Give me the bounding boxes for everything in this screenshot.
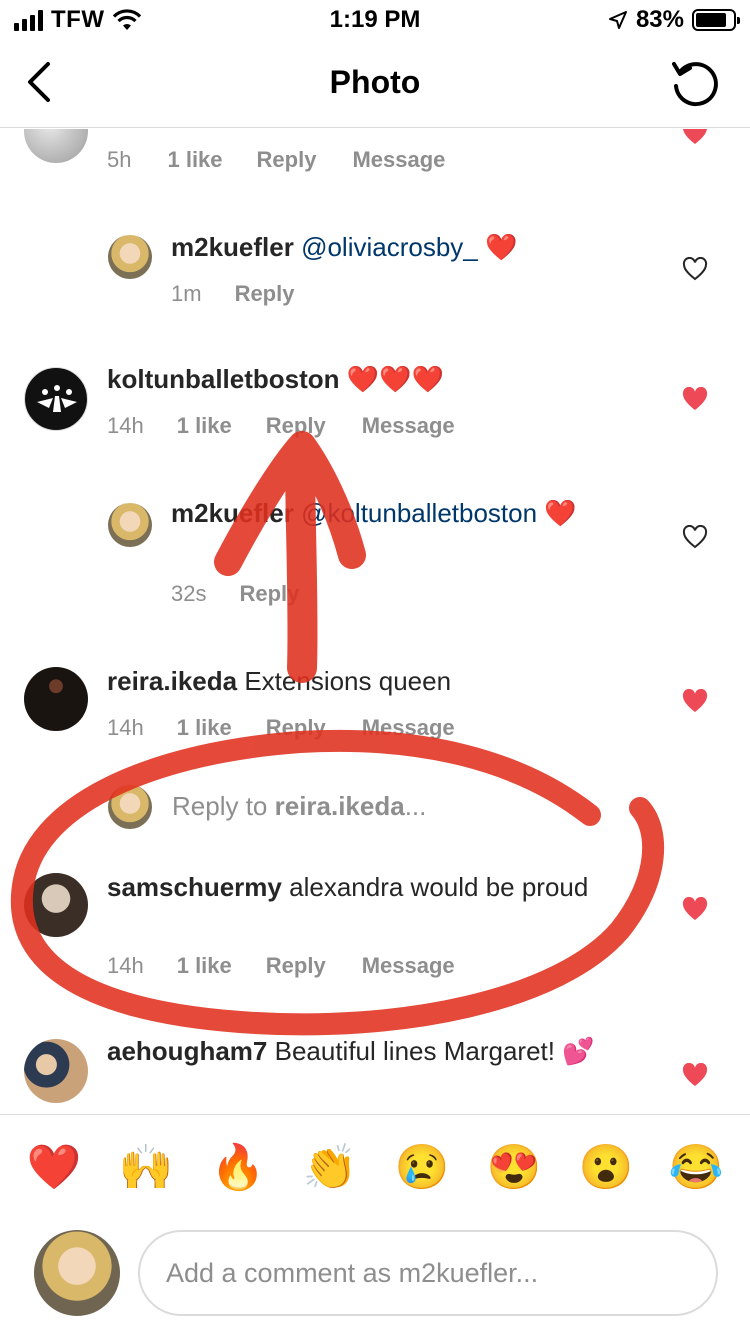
reply-button[interactable]: Reply xyxy=(266,953,326,979)
emoji-crying-button[interactable]: 😢 xyxy=(394,1143,450,1193)
comment-meta: 14h 1 like Reply Message xyxy=(107,413,455,439)
comment-meta: 14h 1 like Reply Message xyxy=(107,953,455,979)
reply-to-username: reira.ikeda xyxy=(274,791,405,821)
avatar[interactable] xyxy=(24,129,88,163)
comment-text: koltunballetboston ❤️❤️❤️ xyxy=(107,363,444,396)
heart-icon[interactable] xyxy=(682,897,708,921)
comment-text: samschuermy alexandra would be proud xyxy=(107,871,627,904)
avatar[interactable] xyxy=(108,235,152,279)
emoji-raised-hands-button[interactable]: 🙌 xyxy=(118,1143,174,1193)
mention-link[interactable]: @oliviacrosby_ xyxy=(301,232,478,262)
reply-button[interactable]: Reply xyxy=(239,581,299,607)
heart-icon[interactable] xyxy=(682,1063,708,1087)
comment-username[interactable]: koltunballetboston xyxy=(107,364,340,394)
comments-list[interactable]: 5h 1 like Reply Message m2kuefler @olivi… xyxy=(0,129,750,1114)
comment-time: 32s xyxy=(171,581,207,606)
my-avatar xyxy=(34,1230,120,1316)
comment-emoji: ❤️ xyxy=(485,232,518,262)
comment-username[interactable]: samschuermy xyxy=(107,872,282,902)
comment-username[interactable]: m2kuefler xyxy=(171,498,294,528)
comment-time: 14h xyxy=(107,413,144,438)
comment-time: 1m xyxy=(171,281,202,306)
comment-text: m2kuefler @koltunballetboston ❤️ xyxy=(171,497,631,530)
reply-to-row[interactable]: Reply to reira.ikeda... xyxy=(0,781,750,831)
comment-body: Beautiful lines Margaret! xyxy=(274,1036,555,1066)
reply-to-label: Reply to reira.ikeda... xyxy=(172,791,426,822)
comment-body: Extensions queen xyxy=(244,666,452,696)
comment-username[interactable]: aehougham7 xyxy=(107,1036,267,1066)
emoji-quick-bar: ❤️ 🙌 🔥 👏 😢 😍 😮 😂 xyxy=(0,1114,750,1222)
comment-body: alexandra would be proud xyxy=(289,872,589,902)
mention-link[interactable]: @koltunballetboston xyxy=(301,498,537,528)
battery-fill xyxy=(696,13,726,27)
comment-time: 5h xyxy=(107,147,132,172)
emoji-clap-button[interactable]: 👏 xyxy=(302,1143,358,1193)
comment-likes[interactable]: 1 like xyxy=(177,715,232,741)
comment-text: m2kuefler @oliviacrosby_ ❤️ xyxy=(171,231,517,264)
reply-button[interactable]: Reply xyxy=(266,413,326,439)
avatar[interactable] xyxy=(108,503,152,547)
message-button[interactable]: Message xyxy=(352,147,445,173)
emoji-heart-button[interactable]: ❤️ xyxy=(26,1143,82,1193)
comment-meta: 14h 1 like Reply Message xyxy=(107,715,455,741)
message-button[interactable]: Message xyxy=(362,715,455,741)
comment-username[interactable]: m2kuefler xyxy=(171,232,294,262)
reply-button[interactable]: Reply xyxy=(235,281,295,307)
comment-text: aehougham7 Beautiful lines Margaret! 💕 xyxy=(107,1035,647,1068)
comment-likes[interactable]: 1 like xyxy=(167,147,222,173)
comment-time: 14h xyxy=(107,953,144,978)
comment-emoji: ❤️ xyxy=(544,498,577,528)
comment-emoji: 💕 xyxy=(562,1036,595,1066)
emoji-heart-eyes-button[interactable]: 😍 xyxy=(486,1143,542,1193)
heart-icon[interactable] xyxy=(682,387,708,411)
comment-likes[interactable]: 1 like xyxy=(177,953,232,979)
avatar[interactable] xyxy=(24,667,88,731)
battery-percent: 83% xyxy=(635,6,684,33)
reply-to-prefix: Reply to xyxy=(172,791,275,821)
avatar[interactable] xyxy=(24,1039,88,1103)
battery-icon xyxy=(692,9,740,31)
comment-meta: 5h 1 like Reply Message xyxy=(107,147,445,173)
heart-icon[interactable] xyxy=(682,689,708,713)
avatar[interactable] xyxy=(24,367,88,431)
status-bar: TFW 1:19 PM 83% xyxy=(0,0,750,40)
reply-button[interactable]: Reply xyxy=(257,147,317,173)
reply-to-suffix: ... xyxy=(404,791,427,821)
emoji-fire-button[interactable]: 🔥 xyxy=(210,1143,266,1193)
emoji-laughing-button[interactable]: 😂 xyxy=(668,1143,724,1193)
comment-text: reira.ikeda Extensions queen xyxy=(107,665,451,698)
page-title: Photo xyxy=(329,64,421,100)
comment-composer xyxy=(0,1222,750,1334)
reply-button[interactable]: Reply xyxy=(266,715,326,741)
message-button[interactable]: Message xyxy=(362,413,455,439)
heart-outline-icon[interactable] xyxy=(682,525,708,549)
comment-meta: 1m Reply xyxy=(171,281,294,307)
message-button[interactable]: Message xyxy=(362,953,455,979)
avatar[interactable] xyxy=(24,873,88,937)
comment-likes[interactable]: 1 like xyxy=(177,413,232,439)
location-arrow-icon xyxy=(608,11,627,29)
comment-input[interactable] xyxy=(138,1230,718,1316)
avatar xyxy=(108,785,152,829)
heart-outline-icon[interactable] xyxy=(682,257,708,281)
comment-time: 14h xyxy=(107,715,144,740)
comment-meta: 32s Reply xyxy=(171,581,299,607)
comment-emoji: ❤️❤️❤️ xyxy=(346,364,444,394)
comment-username[interactable]: reira.ikeda xyxy=(107,666,237,696)
emoji-surprised-button[interactable]: 😮 xyxy=(578,1143,634,1193)
refresh-icon[interactable] xyxy=(670,58,720,108)
heart-icon[interactable] xyxy=(682,129,708,145)
nav-header: Photo xyxy=(0,40,750,128)
